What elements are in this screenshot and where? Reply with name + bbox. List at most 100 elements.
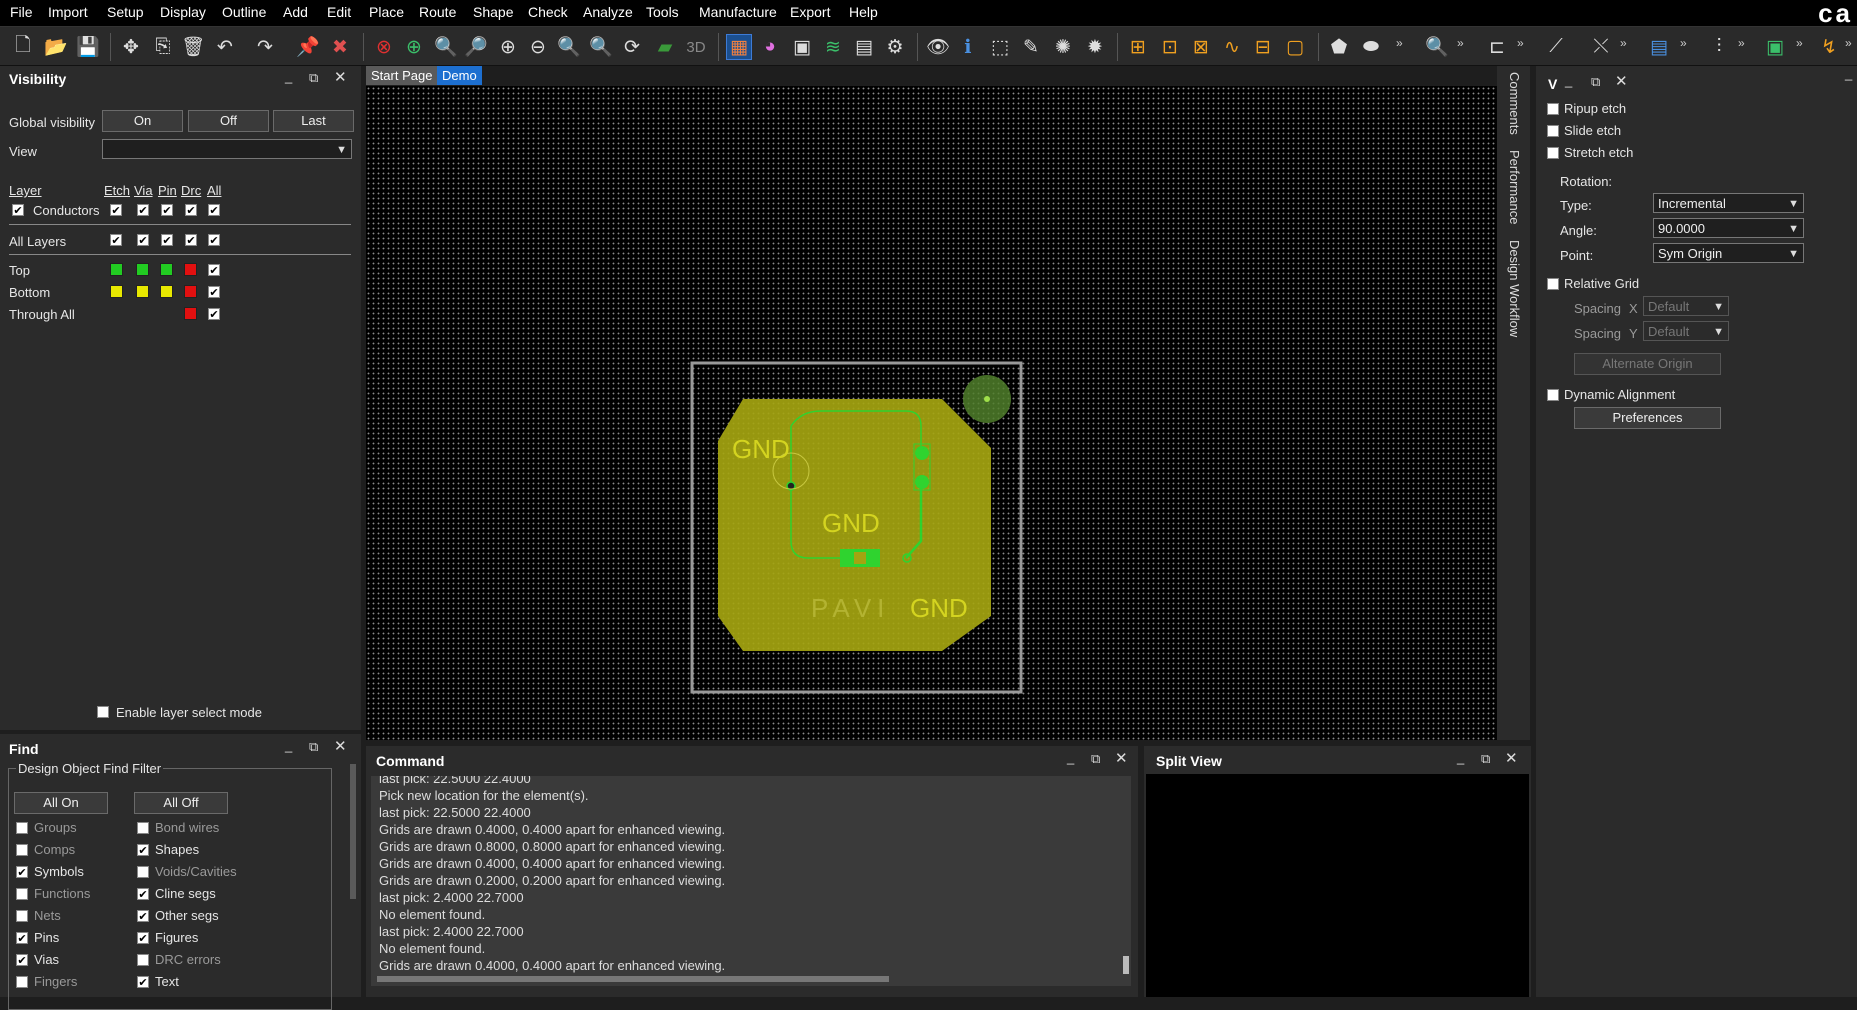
zoom-world-icon[interactable]: 🔍 — [556, 34, 582, 60]
top-pin-swatch[interactable] — [160, 263, 173, 276]
float-icon[interactable]: ⧉ — [1091, 751, 1100, 767]
drc-header[interactable]: Drc — [181, 183, 201, 198]
stretch-etch-checkbox[interactable] — [1547, 147, 1559, 159]
redo-icon[interactable]: ↷ — [252, 34, 278, 60]
stop-icon[interactable]: ⊗ — [371, 34, 397, 60]
visibility-off-button[interactable]: Off — [188, 110, 269, 132]
zoom-out-icon[interactable]: ⊖ — [525, 34, 551, 60]
route-connect-icon[interactable]: ⟋ — [1543, 34, 1569, 60]
menu-outline[interactable]: Outline — [222, 4, 266, 20]
grid-toggle-icon[interactable]: ▦ — [726, 34, 752, 60]
place-component-icon[interactable]: ⊏ — [1484, 34, 1510, 60]
find-shapes-checkbox[interactable] — [137, 844, 149, 856]
menu-help[interactable]: Help — [849, 4, 878, 20]
report-icon[interactable]: ⊟ — [1250, 34, 1276, 60]
bottom-drc-swatch[interactable] — [184, 285, 197, 298]
undo-icon[interactable]: ↶ — [212, 34, 238, 60]
float-icon[interactable]: ⧉ — [309, 739, 318, 755]
command-vscroll-thumb[interactable] — [1123, 956, 1129, 974]
enable-layer-select-checkbox[interactable] — [97, 706, 109, 718]
via-header[interactable]: Via — [134, 183, 153, 198]
menu-add[interactable]: Add — [283, 4, 308, 20]
settings-doc-icon[interactable]: ⚙ — [882, 34, 908, 60]
spacing-y-select[interactable]: Default ▼ — [1643, 321, 1729, 341]
spacing-x-select[interactable]: Default ▼ — [1643, 296, 1729, 316]
delete-icon[interactable]: 🗑 — [180, 34, 206, 60]
all-header[interactable]: All — [207, 183, 221, 198]
close-icon[interactable]: ✕ — [1615, 72, 1628, 90]
menu-import[interactable]: Import — [48, 4, 88, 20]
tab-design-workflow[interactable]: Design Workflow — [1507, 240, 1522, 337]
visibility-eye-icon[interactable]: 👁 — [925, 34, 951, 60]
menu-analyze[interactable]: Analyze — [583, 4, 633, 20]
assign-color-icon[interactable]: ⊞ — [1125, 34, 1151, 60]
close-icon[interactable]: ✕ — [334, 737, 347, 755]
highlight-icon[interactable]: ✺ — [1050, 34, 1076, 60]
visibility-last-button[interactable]: Last — [273, 110, 354, 132]
conductors-etch-checkbox[interactable] — [110, 204, 122, 216]
close-icon[interactable]: ✕ — [1115, 749, 1128, 767]
menu-file[interactable]: File — [10, 4, 33, 20]
tab-performance[interactable]: Performance — [1507, 150, 1522, 224]
rotation-angle-select[interactable]: 90.0000 ▼ — [1653, 218, 1804, 238]
minimize-icon[interactable]: _ — [1565, 73, 1572, 88]
search-icon[interactable]: 🔍 — [1424, 34, 1450, 60]
top-all-checkbox[interactable] — [208, 264, 220, 276]
bottom-all-checkbox[interactable] — [208, 286, 220, 298]
through-all-all-checkbox[interactable] — [208, 308, 220, 320]
slide-etch-checkbox[interactable] — [1547, 125, 1559, 137]
tab-comments[interactable]: Comments — [1507, 72, 1522, 135]
shape-add-icon[interactable]: ⬟ — [1326, 34, 1352, 60]
toolbar-overflow-icon[interactable]: » — [1796, 36, 1803, 50]
toolbar-overflow-icon[interactable]: » — [1517, 36, 1524, 50]
menu-tools[interactable]: Tools — [646, 4, 679, 20]
minimize-icon[interactable]: _ — [1067, 750, 1074, 765]
split-view-canvas[interactable] — [1146, 774, 1529, 997]
find-pins-checkbox[interactable] — [16, 932, 28, 944]
view-select[interactable]: ▼ — [102, 139, 352, 159]
bottom-pin-swatch[interactable] — [160, 285, 173, 298]
dehighlight-icon[interactable]: ✹ — [1082, 34, 1108, 60]
find-vias-checkbox[interactable] — [16, 954, 28, 966]
all-layers-drc-checkbox[interactable] — [185, 234, 197, 246]
minimize-icon[interactable]: _ — [1845, 66, 1852, 81]
tune-icon[interactable]: ⫶ — [1706, 34, 1732, 60]
find-drc-errors-checkbox[interactable] — [137, 954, 149, 966]
3d-board-icon[interactable]: ▰ — [652, 34, 678, 60]
save-icon[interactable]: 💾 — [75, 34, 101, 60]
swap-icon[interactable]: ⊠ — [1188, 34, 1214, 60]
pcb-icon[interactable]: ▣ — [1762, 34, 1788, 60]
preferences-button[interactable]: Preferences — [1574, 407, 1721, 429]
layers-icon[interactable]: ≋ — [820, 34, 846, 60]
find-scrollbar[interactable] — [350, 764, 356, 899]
rotation-type-select[interactable]: Incremental ▼ — [1653, 193, 1804, 213]
open-folder-icon[interactable]: 📂 — [43, 34, 69, 60]
find-voids-cavities-checkbox[interactable] — [137, 866, 149, 878]
shadow-mode-icon[interactable]: ▣ — [789, 34, 815, 60]
top-drc-swatch[interactable] — [184, 263, 197, 276]
rotation-point-select[interactable]: Sym Origin ▼ — [1653, 243, 1804, 263]
3d-view-icon[interactable]: 3D — [683, 34, 709, 60]
all-layers-all-checkbox[interactable] — [208, 234, 220, 246]
menu-place[interactable]: Place — [369, 4, 404, 20]
find-comps-checkbox[interactable] — [16, 844, 28, 856]
menu-setup[interactable]: Setup — [107, 4, 144, 20]
ripup-etch-checkbox[interactable] — [1547, 103, 1559, 115]
find-fingers-checkbox[interactable] — [16, 976, 28, 988]
close-icon[interactable]: ✕ — [1505, 749, 1518, 767]
toolbar-overflow-icon[interactable]: » — [1620, 36, 1627, 50]
find-other-segs-checkbox[interactable] — [137, 910, 149, 922]
float-icon[interactable]: ⧉ — [1481, 751, 1490, 767]
menu-route[interactable]: Route — [419, 4, 456, 20]
conductors-all-checkbox[interactable] — [208, 204, 220, 216]
route-fanout-icon[interactable]: ⤬ — [1588, 34, 1614, 60]
copy-icon[interactable]: ⎘ — [150, 34, 176, 60]
find-groups-checkbox[interactable] — [16, 822, 28, 834]
ok-icon[interactable]: ⊕ — [401, 34, 427, 60]
minimize-icon[interactable]: _ — [1457, 750, 1464, 765]
all-layers-via-checkbox[interactable] — [137, 234, 149, 246]
toolbar-overflow-icon[interactable]: » — [1845, 36, 1852, 50]
tab-start-page[interactable]: Start Page — [366, 66, 438, 85]
find-symbols-checkbox[interactable] — [16, 866, 28, 878]
zoom-in-icon[interactable]: ⊕ — [495, 34, 521, 60]
